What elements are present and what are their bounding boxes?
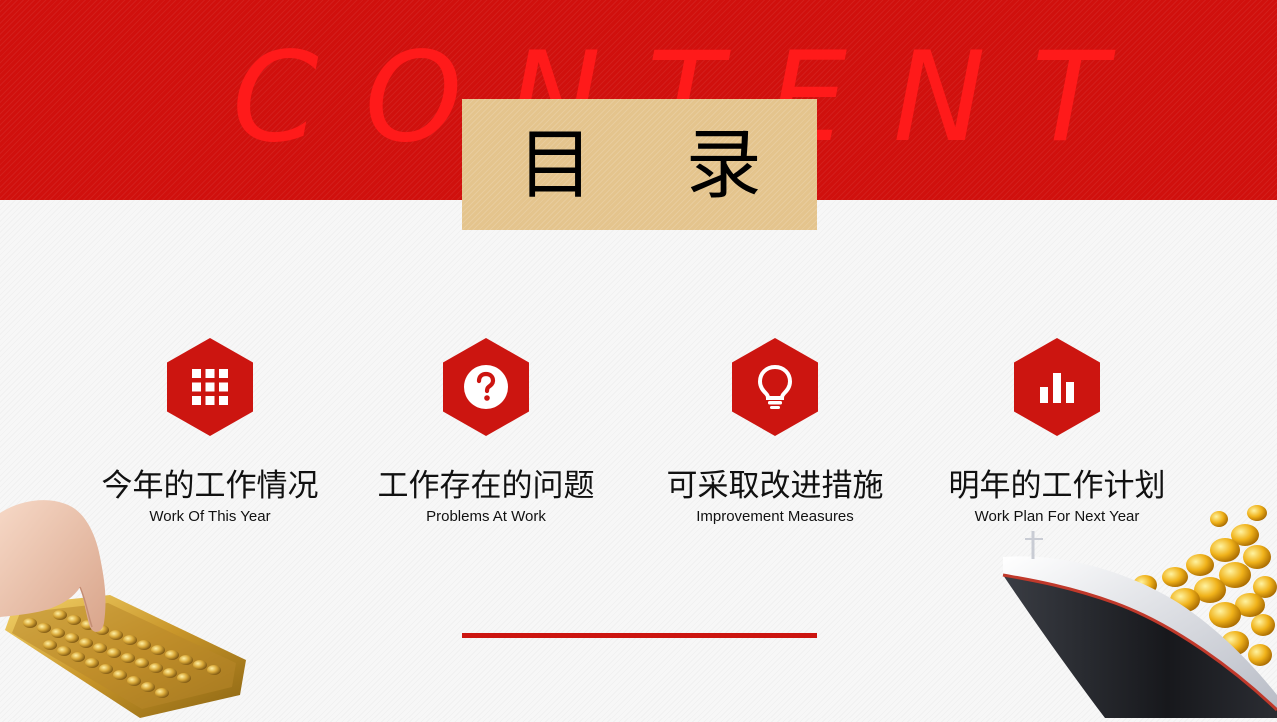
toc-item-improvement-measures[interactable]: 可采取改进措施 Improvement Measures (645, 338, 905, 526)
bar-chart-icon (1040, 373, 1074, 403)
title-box: 目 录 (462, 99, 817, 230)
lightbulb-icon (757, 364, 793, 409)
toc-item-subtitle: Improvement Measures (696, 508, 854, 525)
hexagon-badge (167, 338, 253, 436)
toc-item-subtitle: Problems At Work (426, 508, 546, 525)
grid-icon (192, 369, 228, 405)
toc-item-title: 工作存在的问题 (377, 468, 595, 504)
toc-item-problems-at-work[interactable]: 工作存在的问题 Problems At Work (356, 338, 616, 526)
toc-item-title: 可采取改进措施 (666, 468, 884, 504)
bottom-divider (462, 633, 817, 638)
question-icon (464, 365, 508, 409)
abacus-image (0, 495, 250, 718)
hexagon-badge (443, 338, 529, 436)
hexagon-badge (732, 338, 818, 436)
hexagon-badge (1014, 338, 1100, 436)
ship-gold-coins-image (995, 495, 1277, 718)
page-title: 目 录 (517, 119, 796, 209)
